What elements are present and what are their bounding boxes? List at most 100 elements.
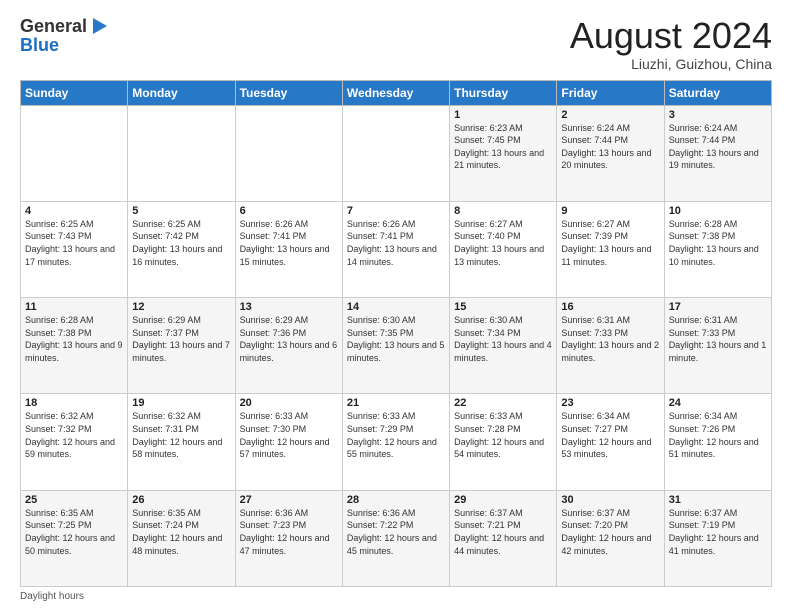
day-number: 17: [669, 301, 767, 313]
day-number: 16: [561, 301, 659, 313]
col-sunday: Sunday: [21, 80, 128, 105]
logo-blue: Blue: [20, 36, 111, 56]
footer-note: Daylight hours: [20, 591, 772, 602]
table-row: 19Sunrise: 6:32 AM Sunset: 7:31 PM Dayli…: [128, 394, 235, 490]
table-row: 29Sunrise: 6:37 AM Sunset: 7:21 PM Dayli…: [450, 490, 557, 586]
day-info: Sunrise: 6:23 AM Sunset: 7:45 PM Dayligh…: [454, 122, 552, 172]
table-row: 10Sunrise: 6:28 AM Sunset: 7:38 PM Dayli…: [664, 201, 771, 297]
calendar-week-row: 11Sunrise: 6:28 AM Sunset: 7:38 PM Dayli…: [21, 298, 772, 394]
day-number: 15: [454, 301, 552, 313]
col-tuesday: Tuesday: [235, 80, 342, 105]
day-number: 3: [669, 109, 767, 121]
table-row: 11Sunrise: 6:28 AM Sunset: 7:38 PM Dayli…: [21, 298, 128, 394]
table-row: 28Sunrise: 6:36 AM Sunset: 7:22 PM Dayli…: [342, 490, 449, 586]
col-monday: Monday: [128, 80, 235, 105]
day-number: 2: [561, 109, 659, 121]
table-row: 7Sunrise: 6:26 AM Sunset: 7:41 PM Daylig…: [342, 201, 449, 297]
day-number: 11: [25, 301, 123, 313]
day-number: 13: [240, 301, 338, 313]
day-number: 8: [454, 205, 552, 217]
day-info: Sunrise: 6:37 AM Sunset: 7:21 PM Dayligh…: [454, 507, 552, 557]
day-info: Sunrise: 6:25 AM Sunset: 7:43 PM Dayligh…: [25, 218, 123, 268]
day-info: Sunrise: 6:34 AM Sunset: 7:26 PM Dayligh…: [669, 410, 767, 460]
day-info: Sunrise: 6:30 AM Sunset: 7:35 PM Dayligh…: [347, 314, 445, 364]
page: General Blue August 2024 Liuzhi, Guizhou…: [0, 0, 792, 612]
day-info: Sunrise: 6:26 AM Sunset: 7:41 PM Dayligh…: [240, 218, 338, 268]
day-info: Sunrise: 6:27 AM Sunset: 7:39 PM Dayligh…: [561, 218, 659, 268]
day-number: 31: [669, 494, 767, 506]
day-info: Sunrise: 6:27 AM Sunset: 7:40 PM Dayligh…: [454, 218, 552, 268]
day-number: 14: [347, 301, 445, 313]
col-thursday: Thursday: [450, 80, 557, 105]
header: General Blue August 2024 Liuzhi, Guizhou…: [20, 16, 772, 72]
table-row: 12Sunrise: 6:29 AM Sunset: 7:37 PM Dayli…: [128, 298, 235, 394]
day-info: Sunrise: 6:33 AM Sunset: 7:28 PM Dayligh…: [454, 410, 552, 460]
table-row: 31Sunrise: 6:37 AM Sunset: 7:19 PM Dayli…: [664, 490, 771, 586]
table-row: 8Sunrise: 6:27 AM Sunset: 7:40 PM Daylig…: [450, 201, 557, 297]
day-info: Sunrise: 6:36 AM Sunset: 7:22 PM Dayligh…: [347, 507, 445, 557]
calendar-week-row: 25Sunrise: 6:35 AM Sunset: 7:25 PM Dayli…: [21, 490, 772, 586]
table-row: 30Sunrise: 6:37 AM Sunset: 7:20 PM Dayli…: [557, 490, 664, 586]
table-row: 9Sunrise: 6:27 AM Sunset: 7:39 PM Daylig…: [557, 201, 664, 297]
day-number: 27: [240, 494, 338, 506]
table-row: 1Sunrise: 6:23 AM Sunset: 7:45 PM Daylig…: [450, 105, 557, 201]
day-info: Sunrise: 6:37 AM Sunset: 7:20 PM Dayligh…: [561, 507, 659, 557]
calendar-week-row: 4Sunrise: 6:25 AM Sunset: 7:43 PM Daylig…: [21, 201, 772, 297]
day-number: 22: [454, 397, 552, 409]
title-block: August 2024 Liuzhi, Guizhou, China: [570, 16, 772, 72]
day-number: 7: [347, 205, 445, 217]
month-title: August 2024: [570, 16, 772, 56]
calendar-week-row: 18Sunrise: 6:32 AM Sunset: 7:32 PM Dayli…: [21, 394, 772, 490]
table-row: [21, 105, 128, 201]
calendar-week-row: 1Sunrise: 6:23 AM Sunset: 7:45 PM Daylig…: [21, 105, 772, 201]
day-number: 1: [454, 109, 552, 121]
day-info: Sunrise: 6:35 AM Sunset: 7:25 PM Dayligh…: [25, 507, 123, 557]
table-row: [128, 105, 235, 201]
logo-icon: [89, 16, 111, 38]
table-row: 15Sunrise: 6:30 AM Sunset: 7:34 PM Dayli…: [450, 298, 557, 394]
table-row: 14Sunrise: 6:30 AM Sunset: 7:35 PM Dayli…: [342, 298, 449, 394]
day-number: 20: [240, 397, 338, 409]
table-row: 17Sunrise: 6:31 AM Sunset: 7:33 PM Dayli…: [664, 298, 771, 394]
day-number: 24: [669, 397, 767, 409]
table-row: 24Sunrise: 6:34 AM Sunset: 7:26 PM Dayli…: [664, 394, 771, 490]
table-row: 27Sunrise: 6:36 AM Sunset: 7:23 PM Dayli…: [235, 490, 342, 586]
table-row: 21Sunrise: 6:33 AM Sunset: 7:29 PM Dayli…: [342, 394, 449, 490]
day-info: Sunrise: 6:32 AM Sunset: 7:32 PM Dayligh…: [25, 410, 123, 460]
day-number: 9: [561, 205, 659, 217]
location: Liuzhi, Guizhou, China: [570, 56, 772, 72]
table-row: 2Sunrise: 6:24 AM Sunset: 7:44 PM Daylig…: [557, 105, 664, 201]
table-row: 5Sunrise: 6:25 AM Sunset: 7:42 PM Daylig…: [128, 201, 235, 297]
day-info: Sunrise: 6:32 AM Sunset: 7:31 PM Dayligh…: [132, 410, 230, 460]
table-row: 20Sunrise: 6:33 AM Sunset: 7:30 PM Dayli…: [235, 394, 342, 490]
table-row: 22Sunrise: 6:33 AM Sunset: 7:28 PM Dayli…: [450, 394, 557, 490]
calendar-table: Sunday Monday Tuesday Wednesday Thursday…: [20, 80, 772, 587]
day-info: Sunrise: 6:26 AM Sunset: 7:41 PM Dayligh…: [347, 218, 445, 268]
day-info: Sunrise: 6:29 AM Sunset: 7:37 PM Dayligh…: [132, 314, 230, 364]
day-info: Sunrise: 6:34 AM Sunset: 7:27 PM Dayligh…: [561, 410, 659, 460]
table-row: 13Sunrise: 6:29 AM Sunset: 7:36 PM Dayli…: [235, 298, 342, 394]
table-row: 23Sunrise: 6:34 AM Sunset: 7:27 PM Dayli…: [557, 394, 664, 490]
table-row: 26Sunrise: 6:35 AM Sunset: 7:24 PM Dayli…: [128, 490, 235, 586]
col-friday: Friday: [557, 80, 664, 105]
logo: General Blue: [20, 16, 111, 56]
day-number: 19: [132, 397, 230, 409]
table-row: [235, 105, 342, 201]
day-number: 29: [454, 494, 552, 506]
day-number: 10: [669, 205, 767, 217]
logo-general: General: [20, 17, 87, 37]
day-info: Sunrise: 6:25 AM Sunset: 7:42 PM Dayligh…: [132, 218, 230, 268]
day-info: Sunrise: 6:33 AM Sunset: 7:29 PM Dayligh…: [347, 410, 445, 460]
day-info: Sunrise: 6:24 AM Sunset: 7:44 PM Dayligh…: [669, 122, 767, 172]
day-info: Sunrise: 6:31 AM Sunset: 7:33 PM Dayligh…: [561, 314, 659, 364]
day-info: Sunrise: 6:29 AM Sunset: 7:36 PM Dayligh…: [240, 314, 338, 364]
col-wednesday: Wednesday: [342, 80, 449, 105]
table-row: 3Sunrise: 6:24 AM Sunset: 7:44 PM Daylig…: [664, 105, 771, 201]
day-info: Sunrise: 6:28 AM Sunset: 7:38 PM Dayligh…: [669, 218, 767, 268]
day-number: 6: [240, 205, 338, 217]
col-saturday: Saturday: [664, 80, 771, 105]
table-row: [342, 105, 449, 201]
day-number: 30: [561, 494, 659, 506]
day-info: Sunrise: 6:24 AM Sunset: 7:44 PM Dayligh…: [561, 122, 659, 172]
table-row: 16Sunrise: 6:31 AM Sunset: 7:33 PM Dayli…: [557, 298, 664, 394]
